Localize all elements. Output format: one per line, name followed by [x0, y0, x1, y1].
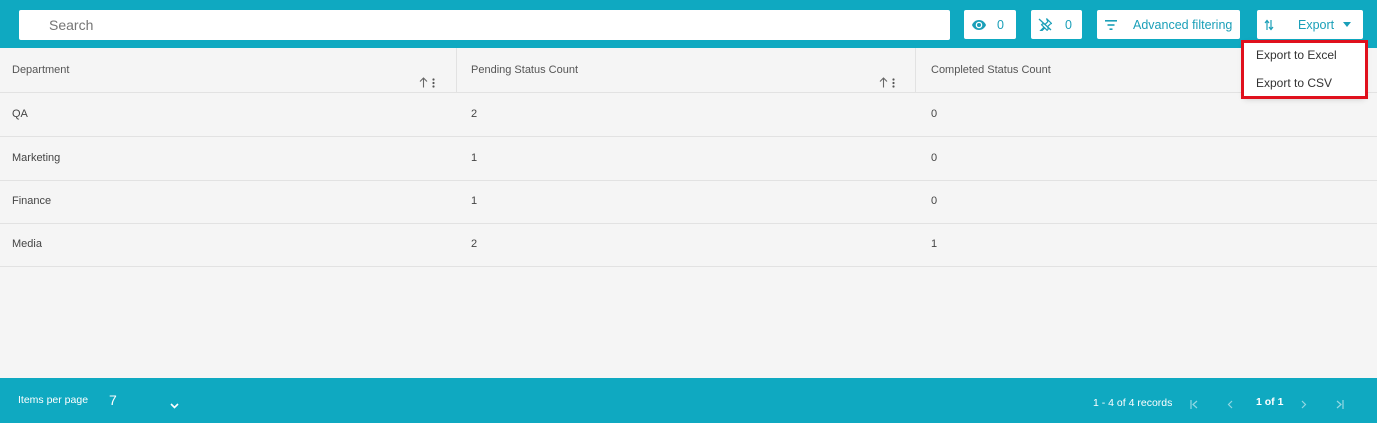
search-input[interactable] [19, 10, 950, 40]
export-label: Export [1298, 17, 1335, 32]
cell-pending-count: 2 [471, 238, 478, 250]
pinned-columns-button[interactable]: 0 [1031, 10, 1082, 39]
page-indicator: 1 of 1 [1256, 396, 1284, 408]
advanced-filtering-label: Advanced filtering [1133, 17, 1233, 32]
cell-completed-count: 0 [931, 195, 938, 207]
cell-department: QA [12, 108, 28, 120]
pagination-bar: Items per page 7 1 - 4 of 4 records 1 of… [0, 378, 1377, 423]
unpin-icon [1038, 18, 1052, 31]
highlight-box [1241, 40, 1368, 99]
visible-columns-count: 0 [997, 17, 1004, 32]
sort-arrows-icon [1264, 19, 1274, 31]
column-header-label: Department [12, 64, 70, 76]
chevron-down-icon [1343, 22, 1352, 27]
table-row[interactable]: Marketing 1 0 [0, 137, 1377, 181]
items-per-page-label: Items per page [18, 394, 89, 406]
column-header-label: Pending Status Count [471, 64, 579, 76]
filter-icon [1105, 19, 1117, 30]
items-per-page-select[interactable]: 7 [109, 392, 117, 408]
chevron-down-icon[interactable] [170, 396, 179, 414]
table-row[interactable]: Media 2 1 [0, 223, 1377, 267]
cell-pending-count: 1 [471, 152, 478, 164]
previous-page-icon[interactable] [1227, 396, 1233, 414]
visible-columns-button[interactable]: 0 [964, 10, 1016, 39]
column-header-label: Completed Status Count [931, 64, 1051, 76]
pinned-columns-count: 0 [1065, 17, 1072, 32]
cell-department: Marketing [12, 152, 61, 164]
cell-department: Finance [12, 195, 52, 207]
grid-header: Department Pending Status Count Complete… [0, 48, 1377, 93]
data-grid: Department Pending Status Count Complete… [0, 48, 1377, 378]
cell-completed-count: 0 [931, 152, 938, 164]
records-summary: 1 - 4 of 4 records [1093, 397, 1173, 409]
advanced-filtering-button[interactable]: Advanced filtering [1097, 10, 1240, 39]
last-page-icon[interactable] [1336, 396, 1344, 414]
table-row[interactable]: QA 2 0 [0, 93, 1377, 137]
cell-pending-count: 1 [471, 195, 478, 207]
cell-completed-count: 1 [931, 238, 938, 250]
first-page-icon[interactable] [1190, 396, 1198, 414]
column-header-pending-status-count[interactable]: Pending Status Count [458, 48, 916, 92]
cell-department: Media [12, 238, 42, 250]
eye-icon [972, 19, 986, 30]
column-header-department[interactable]: Department [0, 48, 457, 92]
grid-toolbar: 0 0 Advanced filtering Export [0, 0, 1377, 48]
export-button[interactable]: Export [1257, 10, 1363, 39]
cell-pending-count: 2 [471, 108, 478, 120]
next-page-icon[interactable] [1301, 396, 1307, 414]
table-row[interactable]: Finance 1 0 [0, 180, 1377, 224]
cell-completed-count: 0 [931, 108, 938, 120]
